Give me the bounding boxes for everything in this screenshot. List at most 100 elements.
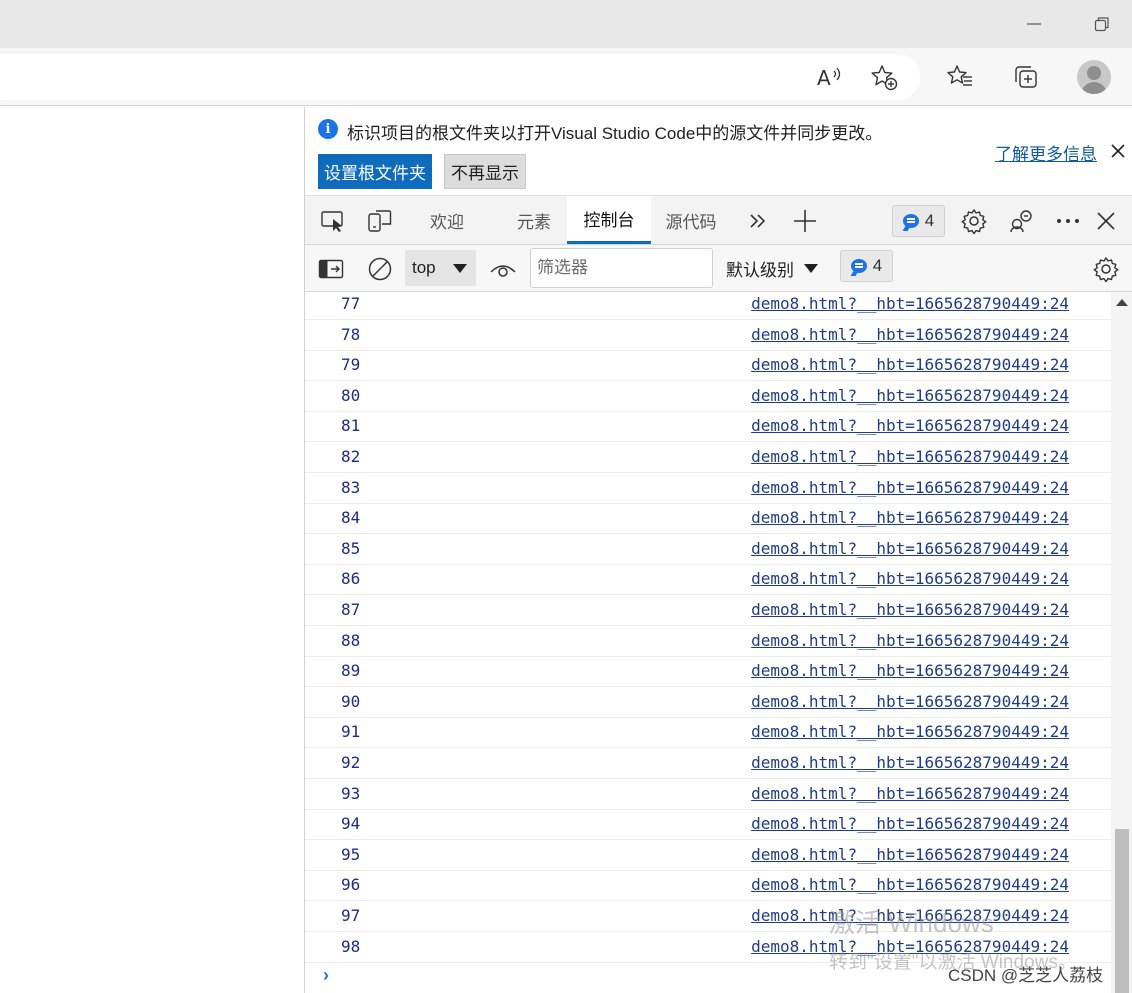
scrollbar-thumb[interactable]	[1115, 829, 1129, 993]
log-value: 92	[341, 753, 361, 772]
log-level-selector[interactable]: 默认级别	[726, 250, 818, 286]
scroll-up-arrow-icon[interactable]	[1116, 299, 1128, 306]
avatar-body	[1081, 82, 1107, 94]
log-source-link[interactable]: demo8.html?__hbt=1665628790449:24	[751, 294, 1069, 313]
log-row: 91 demo8.html?__hbt=1665628790449:24	[305, 717, 1111, 749]
log-value: 96	[341, 875, 361, 895]
info-icon: i	[318, 119, 338, 139]
log-source-link[interactable]: demo8.html?__hbt=1665628790449:24	[751, 478, 1069, 497]
web-page-viewport[interactable]	[0, 107, 304, 993]
log-row: 92 demo8.html?__hbt=1665628790449:24	[305, 748, 1111, 779]
infobar-message: 标识项目的根文件夹以打开Visual Studio Code中的源文件并同步更改…	[347, 124, 883, 143]
read-aloud-icon[interactable]: A	[812, 59, 848, 95]
tab-elements[interactable]: 元素	[500, 196, 568, 245]
console-scrollbar[interactable]	[1111, 292, 1132, 993]
device-emulation-icon[interactable]	[362, 203, 398, 239]
log-level-label: 默认级别	[726, 260, 794, 280]
log-source-link[interactable]: demo8.html?__hbt=1665628790449:24	[751, 814, 1069, 833]
add-favorite-icon[interactable]	[866, 59, 902, 95]
profile-avatar[interactable]	[1077, 60, 1111, 94]
log-row: 86 demo8.html?__hbt=1665628790449:24	[305, 564, 1111, 596]
log-row: 78 demo8.html?__hbt=1665628790449:24	[305, 320, 1111, 351]
log-value: 85	[341, 538, 361, 558]
tab-console[interactable]: 控制台	[567, 196, 651, 244]
restore-icon[interactable]	[1084, 6, 1120, 42]
console-output[interactable]: 77 demo8.html?__hbt=1665628790449:24 78 dem…	[305, 292, 1132, 993]
log-row: 93 demo8.html?__hbt=1665628790449:24	[305, 779, 1111, 810]
log-row: 80 demo8.html?__hbt=1665628790449:24	[305, 381, 1111, 412]
infobar: i 标识项目的根文件夹以打开Visual Studio Code中的源文件并同步…	[305, 107, 1132, 195]
log-source-link[interactable]: demo8.html?__hbt=1665628790449:24	[751, 447, 1069, 466]
share-feedback-icon[interactable]	[1004, 203, 1040, 239]
add-tab-icon[interactable]	[787, 203, 823, 239]
dont-show-again-button[interactable]: 不再显示	[444, 154, 526, 189]
log-source-link[interactable]: demo8.html?__hbt=1665628790449:24	[751, 600, 1069, 619]
close-icon[interactable]	[1107, 140, 1129, 162]
log-source-link[interactable]: demo8.html?__hbt=1665628790449:24	[751, 661, 1069, 680]
log-source-link[interactable]: demo8.html?__hbt=1665628790449:24	[751, 569, 1069, 588]
log-value: 77	[341, 294, 361, 313]
log-row: 79 demo8.html?__hbt=1665628790449:24	[305, 350, 1111, 382]
log-source-link[interactable]: demo8.html?__hbt=1665628790449:24	[751, 508, 1069, 527]
log-source-link[interactable]: demo8.html?__hbt=1665628790449:24	[751, 845, 1069, 864]
set-root-folder-button[interactable]: 设置根文件夹	[318, 154, 432, 189]
log-value: 80	[341, 385, 361, 405]
title-bar	[0, 0, 1132, 48]
log-source-link[interactable]: demo8.html?__hbt=1665628790449:24	[751, 722, 1069, 741]
log-source-link[interactable]: demo8.html?__hbt=1665628790449:24	[751, 325, 1069, 344]
svg-text:A: A	[817, 66, 831, 89]
message-count-badge[interactable]: 4	[840, 250, 893, 282]
log-row: 77 demo8.html?__hbt=1665628790449:24	[305, 292, 1111, 320]
collections-icon[interactable]	[1008, 59, 1044, 95]
clear-console-icon[interactable]	[362, 251, 398, 287]
issues-badge[interactable]: 4	[892, 205, 945, 237]
log-source-link[interactable]: demo8.html?__hbt=1665628790449:24	[751, 753, 1069, 772]
filter-input[interactable]	[530, 248, 713, 288]
more-options-icon[interactable]	[1050, 203, 1086, 239]
browser-toolbar: A	[0, 48, 1132, 106]
log-row: 83 demo8.html?__hbt=1665628790449:24	[305, 473, 1111, 504]
settings-gear-icon[interactable]	[956, 203, 992, 239]
log-row: 94 demo8.html?__hbt=1665628790449:24	[305, 809, 1111, 841]
log-row: 82 demo8.html?__hbt=1665628790449:24	[305, 442, 1111, 473]
log-value: 90	[341, 691, 361, 711]
log-value: 82	[341, 447, 361, 466]
log-row: 96 demo8.html?__hbt=1665628790449:24	[305, 870, 1111, 902]
learn-more-link[interactable]: 了解更多信息	[995, 140, 1097, 165]
chevron-down-icon	[804, 263, 818, 273]
log-value: 81	[341, 416, 361, 436]
tab-welcome[interactable]: 欢迎	[413, 196, 481, 245]
context-selector[interactable]: top	[405, 250, 476, 286]
log-source-link[interactable]: demo8.html?__hbt=1665628790449:24	[751, 386, 1069, 405]
favorites-icon[interactable]	[942, 59, 978, 95]
address-bar[interactable]	[0, 54, 920, 100]
log-source-link[interactable]: demo8.html?__hbt=1665628790449:24	[751, 692, 1069, 711]
log-value: 95	[341, 844, 361, 864]
tab-sources[interactable]: 源代码	[657, 196, 725, 245]
log-source-link[interactable]: demo8.html?__hbt=1665628790449:24	[751, 539, 1069, 558]
message-bubble-icon	[902, 214, 919, 228]
log-row: 84 demo8.html?__hbt=1665628790449:24	[305, 503, 1111, 535]
log-source-link[interactable]: demo8.html?__hbt=1665628790449:24	[751, 631, 1069, 650]
minimize-icon[interactable]	[1016, 6, 1052, 42]
message-bubble-icon	[850, 259, 867, 273]
log-value: 83	[341, 477, 361, 497]
console-settings-gear-icon[interactable]	[1088, 251, 1124, 287]
log-value: 89	[341, 661, 361, 681]
live-expression-eye-icon[interactable]	[485, 251, 521, 287]
console-toolbar: top 默认级别 4	[305, 245, 1132, 292]
log-source-link[interactable]: demo8.html?__hbt=1665628790449:24	[751, 355, 1069, 374]
more-tabs-icon[interactable]	[740, 203, 776, 239]
log-source-link[interactable]: demo8.html?__hbt=1665628790449:24	[751, 416, 1069, 435]
log-source-link[interactable]: demo8.html?__hbt=1665628790449:24	[751, 784, 1069, 803]
sidebar-toggle-icon[interactable]	[313, 251, 349, 287]
log-row: 90 demo8.html?__hbt=1665628790449:24	[305, 687, 1111, 718]
log-source-link[interactable]: demo8.html?__hbt=1665628790449:24	[751, 875, 1069, 894]
console-prompt[interactable]: ›	[323, 965, 329, 986]
log-value: 79	[341, 355, 361, 375]
log-row: 88 demo8.html?__hbt=1665628790449:24	[305, 626, 1111, 657]
avatar-head	[1087, 66, 1101, 80]
inspect-element-icon[interactable]	[315, 203, 351, 239]
log-row: 87 demo8.html?__hbt=1665628790449:24	[305, 595, 1111, 626]
close-devtools-icon[interactable]	[1088, 203, 1124, 239]
